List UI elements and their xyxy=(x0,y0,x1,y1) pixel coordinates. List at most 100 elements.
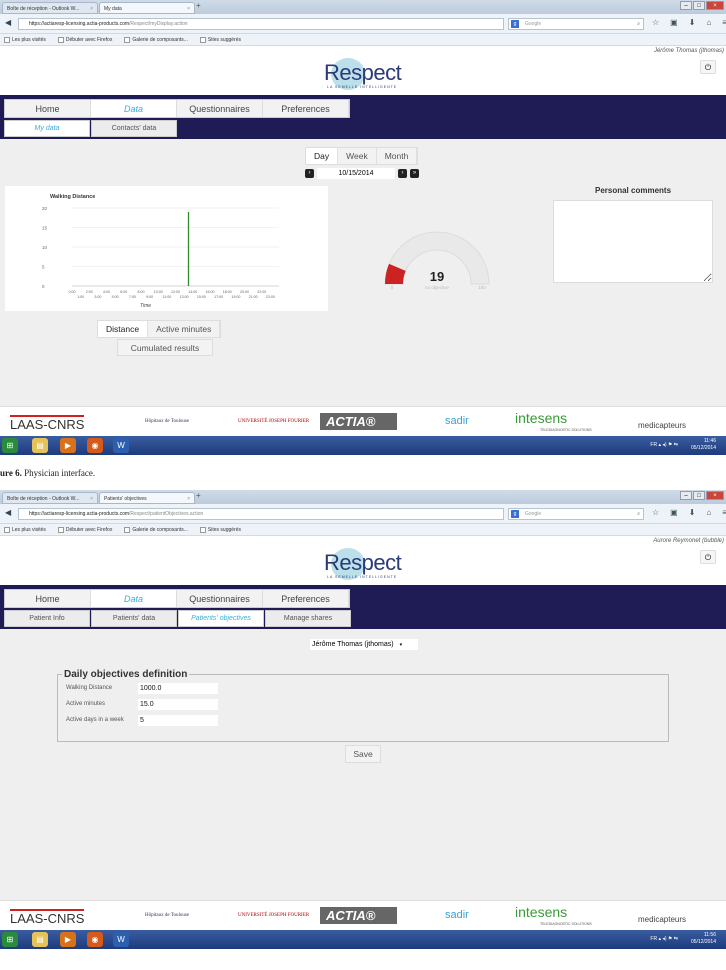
cumulated-results-button[interactable]: Cumulated results xyxy=(117,339,213,356)
new-tab-icon[interactable]: + xyxy=(196,1,201,10)
word-icon[interactable]: W xyxy=(113,438,129,453)
download-icon[interactable]: ⬇ xyxy=(689,18,696,27)
subtab-patients-objectives[interactable]: Patients' objectives xyxy=(178,610,264,627)
logout-power-icon[interactable]: ⏻ xyxy=(700,60,716,74)
subtab-contacts-data[interactable]: Contacts' data xyxy=(91,120,177,137)
x-tick-label: 13:00 xyxy=(180,295,189,299)
search-input[interactable]: g Google ⌕ xyxy=(508,18,644,30)
star-icon[interactable]: ☆ xyxy=(652,18,659,27)
tab-home[interactable]: Home xyxy=(5,100,91,117)
clipboard-icon[interactable]: ▣ xyxy=(670,18,678,27)
patient-select[interactable]: Jérôme Thomas (jthomas) ▾ xyxy=(310,639,418,650)
browser-tab-outlook[interactable]: Boîte de réception - Outlook W... × xyxy=(2,2,98,14)
browser-tab-outlook[interactable]: Boîte de réception - Outlook W... × xyxy=(2,492,98,504)
download-icon[interactable]: ⬇ xyxy=(689,508,696,517)
tab-questionnaires[interactable]: Questionnaires xyxy=(177,100,263,117)
tab-title: Patients' objectives xyxy=(104,496,147,502)
logo-tagline: LA SEMELLE INTELLIGENTE xyxy=(327,85,398,89)
objective-gauge: 19 0 no objective 150 xyxy=(384,231,490,290)
menu-icon[interactable]: ≡ xyxy=(722,508,726,517)
period-day[interactable]: Day xyxy=(306,148,339,164)
next-day-icon[interactable]: › xyxy=(398,169,407,178)
view-active-minutes[interactable]: Active minutes xyxy=(148,321,221,337)
subtab-manage-shares[interactable]: Manage shares xyxy=(265,610,351,627)
period-week[interactable]: Week xyxy=(338,148,377,164)
subtab-my-data[interactable]: My data xyxy=(4,120,90,137)
url-input[interactable]: https://actiaresp-licensing.actia-produc… xyxy=(18,508,504,520)
minimize-icon[interactable]: – xyxy=(680,1,692,10)
bookmark-item[interactable]: Sites suggérés xyxy=(199,36,247,43)
firefox-icon[interactable]: ◉ xyxy=(87,932,103,947)
maximize-icon[interactable]: □ xyxy=(693,491,705,500)
view-distance[interactable]: Distance xyxy=(98,321,149,337)
home-icon[interactable]: ⌂ xyxy=(706,18,711,27)
tab-title: My data xyxy=(104,6,122,12)
bookmark-item[interactable]: Galerie de composants... xyxy=(124,36,194,43)
bookmark-item[interactable]: Les plus visités xyxy=(4,526,52,533)
media-player-icon[interactable]: ▶ xyxy=(60,932,76,947)
partner-logo: UNIVERSITÉ JOSEPH FOURIER xyxy=(238,419,310,424)
close-window-icon[interactable]: × xyxy=(706,1,724,10)
tab-questionnaires[interactable]: Questionnaires xyxy=(177,590,263,607)
url-input[interactable]: https://actiaresp-licensing.actia-produc… xyxy=(18,18,504,30)
clock-time: 11:56 xyxy=(703,932,716,938)
clock[interactable]: 11:46 05/12/2014 xyxy=(691,438,716,452)
tab-data[interactable]: Data xyxy=(91,590,177,607)
search-icon[interactable]: ⌕ xyxy=(637,19,640,30)
start-button-icon[interactable]: ⊞ xyxy=(2,932,18,947)
toolbar-icons: ☆ ▣ ⬇ ⌂ ≡ xyxy=(652,508,726,517)
x-tick-label: 4:00 xyxy=(103,290,110,294)
bookmark-item[interactable]: Sites suggérés xyxy=(199,526,247,533)
firefox-icon[interactable]: ◉ xyxy=(87,438,103,453)
tray-status-icons[interactable]: ▴ ◂) ⚑ ⇆ xyxy=(657,936,678,942)
date-field[interactable]: 10/15/2014 xyxy=(317,168,395,179)
star-icon[interactable]: ☆ xyxy=(652,508,659,517)
logout-power-icon[interactable]: ⏻ xyxy=(700,550,716,564)
browser-tab-bar: Boîte de réception - Outlook W... × My dat… xyxy=(0,0,726,14)
tab-data[interactable]: Data xyxy=(91,100,177,117)
x-tick-label: 0:00 xyxy=(69,290,76,294)
tray-status-icons[interactable]: ▴ ◂) ⚑ ⇆ xyxy=(657,442,678,448)
tab-preferences[interactable]: Preferences xyxy=(263,590,349,607)
back-icon[interactable]: ◀ xyxy=(5,18,11,27)
home-icon[interactable]: ⌂ xyxy=(706,508,711,517)
clipboard-icon[interactable]: ▣ xyxy=(670,508,678,517)
save-button[interactable]: Save xyxy=(345,745,381,763)
objective-input-active-minutes[interactable]: 15.0 xyxy=(138,698,218,710)
search-icon[interactable]: ⌕ xyxy=(637,509,640,520)
bookmark-icon xyxy=(199,36,206,43)
subtab-patient-info[interactable]: Patient Info xyxy=(4,610,90,627)
search-input[interactable]: g Google ⌕ xyxy=(508,508,644,520)
start-button-icon[interactable]: ⊞ xyxy=(2,438,18,453)
menu-icon[interactable]: ≡ xyxy=(722,18,726,27)
gauge-value: 19 xyxy=(430,269,444,284)
maximize-icon[interactable]: □ xyxy=(693,1,705,10)
word-icon[interactable]: W xyxy=(113,932,129,947)
objective-input-walking-distance[interactable]: 1000.0 xyxy=(138,682,218,694)
bookmark-item[interactable]: Les plus visités xyxy=(4,36,52,43)
new-tab-icon[interactable]: + xyxy=(196,491,201,500)
bookmark-label: Sites suggérés xyxy=(207,37,241,43)
explorer-icon[interactable]: ▤ xyxy=(32,932,48,947)
subtab-patients-data[interactable]: Patients' data xyxy=(91,610,177,627)
app-header: Aurore Reymonet (bubble) ⏻ Respect LA SEMEL… xyxy=(0,536,726,585)
last-day-icon[interactable]: » xyxy=(410,169,419,178)
prev-day-icon[interactable]: ‹ xyxy=(305,169,314,178)
bookmark-item[interactable]: Débuter avec Firefox xyxy=(57,526,118,533)
browser-tab-active[interactable]: My data × xyxy=(99,2,195,14)
bookmark-item[interactable]: Débuter avec Firefox xyxy=(57,36,118,43)
objective-input-active-days-in-a-week[interactable]: 5 xyxy=(138,714,218,726)
comments-textarea[interactable] xyxy=(553,200,713,283)
minimize-icon[interactable]: – xyxy=(680,491,692,500)
back-icon[interactable]: ◀ xyxy=(5,508,11,517)
period-month[interactable]: Month xyxy=(377,148,418,164)
media-player-icon[interactable]: ▶ xyxy=(60,438,76,453)
tab-preferences[interactable]: Preferences xyxy=(263,100,349,117)
browser-tab-active[interactable]: Patients' objectives × xyxy=(99,492,195,504)
close-window-icon[interactable]: × xyxy=(706,491,724,500)
x-tick-label: 2:00 xyxy=(86,290,93,294)
tab-home[interactable]: Home xyxy=(5,590,91,607)
bookmark-item[interactable]: Galerie de composants... xyxy=(124,526,194,533)
clock[interactable]: 11:56 05/12/2014 xyxy=(691,932,716,946)
explorer-icon[interactable]: ▤ xyxy=(32,438,48,453)
